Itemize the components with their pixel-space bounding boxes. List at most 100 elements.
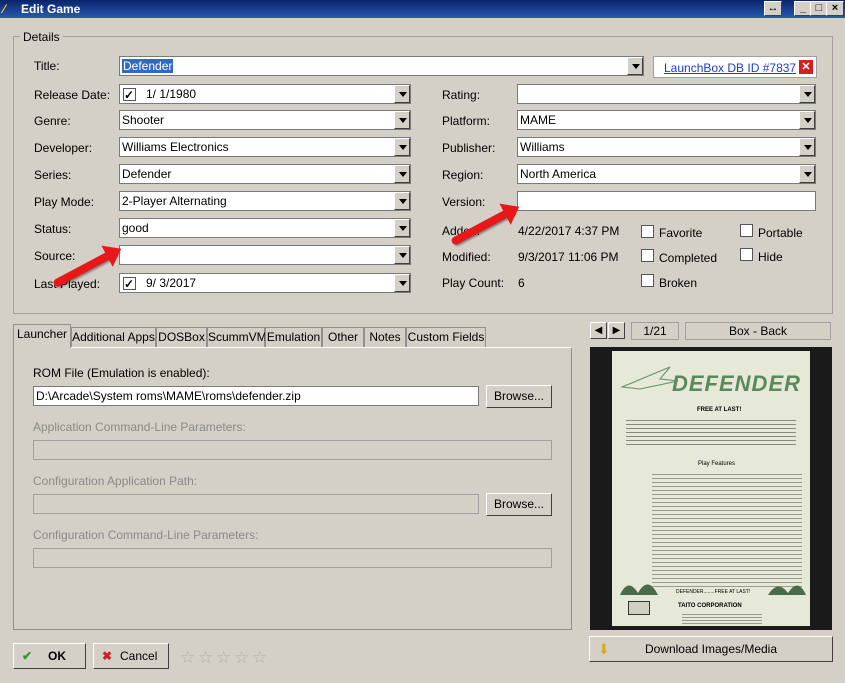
chevron-down-icon[interactable] [394, 111, 410, 129]
poster-heading: Play Features [698, 461, 736, 467]
poster-paper: DEFENDER FREE AT LAST! Play Features DEF… [612, 351, 810, 626]
star-icon-1[interactable]: ☆ [180, 648, 195, 668]
chevron-down-icon[interactable] [799, 138, 815, 156]
chevron-down-icon[interactable] [627, 57, 643, 75]
chevron-down-icon[interactable] [799, 165, 815, 183]
tab-additional-apps[interactable]: Additional Apps [71, 327, 156, 347]
star-icon-5[interactable]: ☆ [252, 648, 267, 668]
release-date-input[interactable]: 1/ 1/1980 [119, 84, 411, 104]
tab-emulation[interactable]: Emulation [265, 327, 322, 347]
chevron-down-icon[interactable] [799, 85, 815, 103]
source-label: Source: [34, 249, 76, 263]
star-icon-2[interactable]: ☆ [198, 648, 213, 668]
genre-label: Genre: [34, 114, 71, 128]
hide-label: Hide [758, 250, 783, 264]
platform-input[interactable]: MAME [517, 110, 816, 130]
app-cmd-label: Application Command-Line Parameters: [33, 420, 246, 434]
next-media-icon[interactable]: ▶ [608, 322, 625, 339]
cancel-button[interactable]: ✖ Cancel [93, 643, 169, 669]
developer-input[interactable]: Williams Electronics [119, 137, 411, 157]
download-media-button[interactable]: ⬇ Download Images/Media [589, 636, 833, 662]
series-label: Series: [34, 168, 72, 182]
taito-logo [628, 601, 650, 615]
remove-link-icon[interactable]: ✕ [799, 60, 813, 74]
play-mode-value: 2-Player Alternating [122, 194, 227, 208]
status-value: good [122, 221, 149, 235]
portable-checkbox[interactable] [740, 224, 753, 237]
rom-browse-button[interactable]: Browse... [486, 385, 552, 408]
completed-checkbox[interactable] [641, 249, 654, 262]
poster-address [682, 612, 762, 624]
play-count-value: 6 [518, 276, 525, 290]
region-value: North America [520, 167, 597, 181]
title-label: Title: [34, 59, 60, 73]
release-date-checkbox[interactable] [123, 86, 136, 103]
app-icon: ⁄ [3, 2, 6, 16]
chevron-down-icon[interactable] [394, 192, 410, 210]
developer-value: Williams Electronics [122, 140, 229, 154]
db-link-box: LaunchBox DB ID #7837 ✕ [653, 56, 817, 78]
version-label: Version: [442, 195, 486, 209]
series-input[interactable]: Defender [119, 164, 411, 184]
tab-dosbox[interactable]: DOSBox [156, 327, 207, 347]
chevron-down-icon[interactable] [394, 165, 410, 183]
media-type: Box - Back [685, 322, 831, 340]
window-title: Edit Game [21, 2, 81, 16]
config-browse-button[interactable]: Browse... [486, 493, 552, 516]
genre-input[interactable]: Shooter [119, 110, 411, 130]
tab-other[interactable]: Other [322, 327, 364, 347]
prev-media-icon[interactable]: ◀ [590, 322, 607, 339]
resize-icon[interactable]: ↔ [764, 1, 782, 16]
publisher-input[interactable]: Williams [517, 137, 816, 157]
config-path-input[interactable] [33, 494, 479, 514]
last-played-checkbox[interactable] [123, 275, 136, 292]
version-input[interactable] [517, 191, 816, 211]
poster-footer: DEFENDER........FREE AT LAST! [676, 589, 751, 595]
db-link[interactable]: LaunchBox DB ID #7837 [664, 61, 796, 75]
tab-notes[interactable]: Notes [364, 327, 406, 347]
status-input[interactable]: good [119, 218, 411, 238]
ok-label: OK [48, 649, 66, 663]
title-input[interactable]: Defender [119, 56, 644, 76]
config-cmd-input[interactable] [33, 548, 552, 568]
chevron-down-icon[interactable] [394, 246, 410, 264]
details-legend: Details [20, 30, 63, 44]
chevron-down-icon[interactable] [394, 274, 410, 292]
play-count-label: Play Count: [442, 276, 505, 290]
favorite-checkbox[interactable] [641, 225, 654, 238]
poster-figures [618, 567, 806, 597]
chevron-down-icon[interactable] [394, 219, 410, 237]
added-value: 4/22/2017 4:37 PM [518, 224, 620, 238]
download-media-label: Download Images/Media [644, 642, 778, 656]
rating-input[interactable] [517, 84, 816, 104]
poster-title: DEFENDER [672, 371, 802, 396]
rom-file-input[interactable]: D:\Arcade\System roms\MAME\roms\defender… [33, 386, 479, 406]
tab-launcher[interactable]: Launcher [13, 324, 71, 348]
check-icon: ✔ [22, 649, 33, 663]
last-played-input[interactable]: 9/ 3/2017 [119, 273, 411, 293]
hide-checkbox[interactable] [740, 248, 753, 261]
ok-button[interactable]: ✔ OK [13, 643, 86, 669]
star-icon-4[interactable]: ☆ [234, 648, 249, 668]
poster-tagline: FREE AT LAST! [697, 407, 742, 413]
source-input[interactable] [119, 245, 411, 265]
close-icon[interactable]: × [826, 1, 844, 16]
title-value: Defender [122, 59, 174, 73]
app-cmd-input[interactable] [33, 440, 552, 460]
chevron-down-icon[interactable] [799, 111, 815, 129]
tab-scummvm[interactable]: ScummVM [207, 327, 267, 347]
play-mode-input[interactable]: 2-Player Alternating [119, 191, 411, 211]
chevron-down-icon[interactable] [394, 85, 410, 103]
modified-value: 9/3/2017 11:06 PM [518, 250, 619, 264]
media-counter: 1/21 [631, 322, 679, 340]
status-label: Status: [34, 222, 72, 236]
star-icon-3[interactable]: ☆ [216, 648, 231, 668]
region-input[interactable]: North America [517, 164, 816, 184]
config-path-label: Configuration Application Path: [33, 474, 198, 488]
broken-label: Broken [659, 276, 698, 290]
portable-label: Portable [758, 226, 803, 240]
tab-custom-fields[interactable]: Custom Fields [406, 327, 486, 347]
chevron-down-icon[interactable] [394, 138, 410, 156]
poster-text-block [626, 417, 796, 445]
broken-checkbox[interactable] [641, 274, 654, 287]
